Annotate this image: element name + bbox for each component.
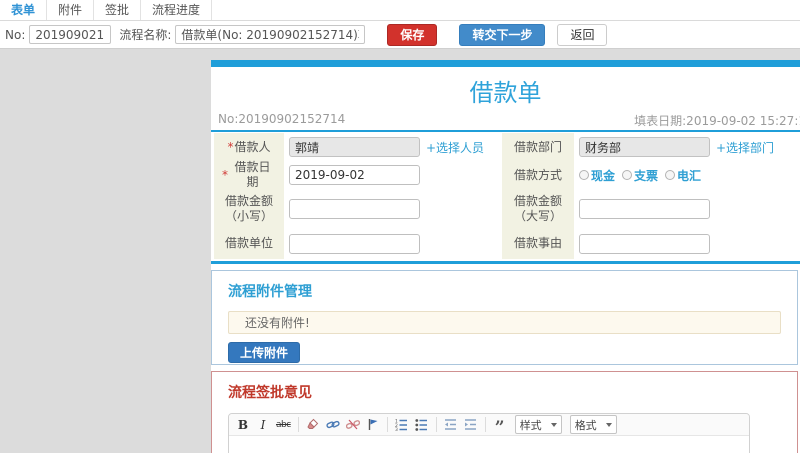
amount-lowercase-label: 借款金额（小写） (214, 189, 284, 228)
loan-method-cell: 现金 支票 电汇 (574, 161, 797, 189)
amount-lowercase-cell (284, 189, 502, 228)
tab-approval[interactable]: 签批 (94, 0, 142, 20)
loan-date-label: * 借款日期 (214, 160, 284, 189)
italic-icon[interactable]: I (256, 417, 270, 433)
indent-icon[interactable] (464, 417, 478, 433)
blockquote-icon[interactable]: ” (493, 417, 507, 436)
approval-panel: 流程签批意见 B I abc 1 2 3 ” 样式 格式 (211, 371, 798, 453)
select-department-link[interactable]: +选择部门 (716, 139, 774, 156)
loan-unit-cell (284, 228, 502, 259)
borrower-input[interactable] (289, 137, 420, 157)
radio-cash[interactable]: 现金 (579, 167, 615, 184)
save-button[interactable]: 保存 (387, 23, 438, 46)
page: { "tabs": [ { "label": "表单", "active": t… (0, 0, 800, 453)
attachments-panel: 流程附件管理 还没有附件! 上传附件 (211, 270, 798, 365)
amount-uppercase-label: 借款金额（大写） (502, 189, 574, 228)
process-name-input[interactable] (175, 25, 366, 44)
tab-bar: 表单 附件 签批 流程进度 (0, 0, 800, 21)
main-panel: 借款单 No:20190902152714 填表日期:2019-09-02 15… (211, 60, 800, 453)
amount-lowercase-input[interactable] (289, 198, 420, 219)
department-cell: +选择部门 (574, 133, 797, 161)
anchor-flag-icon[interactable] (366, 417, 380, 433)
link-icon[interactable] (326, 417, 340, 433)
radio-wire-transfer[interactable]: 电汇 (665, 167, 701, 184)
loan-date-input[interactable] (289, 165, 420, 185)
loan-reason-cell (574, 228, 797, 259)
remove-format-icon[interactable] (306, 417, 320, 433)
form-table: *借款人 +选择人员 借款部门 +选择部门 *借款日期 借款方式 现金 支票 电… (214, 133, 797, 259)
tab-process-progress[interactable]: 流程进度 (141, 0, 213, 20)
tab-form[interactable]: 表单 (0, 0, 48, 20)
borrower-label: * 借款人 (214, 133, 284, 161)
loan-date-cell (284, 161, 502, 189)
toolbar-separator (297, 417, 299, 432)
loan-reason-label: 借款事由 (502, 228, 574, 259)
forward-next-step-button[interactable]: 转交下一步 (459, 23, 546, 46)
numbered-list-icon[interactable]: 123 (395, 417, 409, 433)
required-mark: * (227, 139, 234, 154)
chevron-down-icon (605, 422, 612, 427)
loan-reason-input[interactable] (579, 233, 710, 254)
attachments-title: 流程附件管理 (228, 284, 312, 300)
no-attachments-alert: 还没有附件! (228, 311, 781, 334)
accent-divider-bottom (211, 261, 800, 264)
toolbar-separator (484, 417, 486, 432)
borrower-cell: +选择人员 (284, 133, 502, 161)
back-button[interactable]: 返回 (557, 23, 608, 46)
toolbar-separator (435, 417, 437, 432)
editor-toolbar: B I abc 123 ” 样式 格式 (229, 414, 749, 436)
outdent-icon[interactable] (444, 417, 458, 433)
chevron-down-icon (550, 422, 557, 427)
upload-attachment-button[interactable]: 上传附件 (228, 342, 301, 363)
department-input[interactable] (579, 137, 710, 157)
format-combo[interactable]: 格式 (569, 415, 617, 434)
rich-text-editor: B I abc 123 ” 样式 格式 (228, 413, 750, 453)
fill-date: 填表日期:2019-09-02 15:27:1 (634, 114, 800, 128)
select-person-link[interactable]: +选择人员 (426, 139, 484, 156)
panel-top-accent-bar (211, 60, 800, 67)
process-name-label: 流程名称: (119, 28, 172, 42)
loan-unit-label: 借款单位 (214, 228, 284, 259)
page-title: 借款单 (469, 79, 542, 107)
svg-text:3: 3 (395, 427, 398, 431)
department-label: 借款部门 (502, 133, 574, 161)
bold-icon[interactable]: B (236, 417, 250, 433)
no-label: No: (5, 27, 26, 42)
loan-method-radios: 现金 支票 电汇 (579, 167, 701, 184)
approval-title: 流程签批意见 (228, 385, 312, 401)
tab-attachment[interactable]: 附件 (47, 0, 95, 20)
loan-method-label: 借款方式 (502, 161, 574, 189)
radio-icon (579, 170, 589, 180)
amount-uppercase-cell (574, 189, 797, 228)
radio-icon (665, 170, 676, 180)
header: 表单 附件 签批 流程进度 No: 流程名称: 保存 转交下一步 返回 (0, 0, 800, 49)
form-meta-row: No:20190902152714 填表日期:2019-09-02 15:27:… (211, 112, 800, 128)
amount-uppercase-input[interactable] (579, 198, 710, 219)
editor-content-area[interactable] (229, 436, 749, 453)
command-bar: No: 流程名称: 保存 转交下一步 返回 (0, 21, 800, 48)
required-mark: * (222, 167, 228, 182)
radio-icon (622, 170, 633, 180)
radio-cheque[interactable]: 支票 (622, 167, 658, 184)
unlink-icon[interactable] (345, 417, 360, 433)
toolbar-separator (386, 417, 388, 432)
strikethrough-icon[interactable]: abc (276, 417, 291, 433)
loan-unit-input[interactable] (289, 233, 420, 254)
bulleted-list-icon[interactable] (415, 417, 429, 433)
document-number: No:20190902152714 (218, 112, 346, 126)
no-input[interactable] (29, 25, 112, 44)
styles-combo[interactable]: 样式 (514, 415, 562, 434)
accent-divider (211, 130, 800, 132)
